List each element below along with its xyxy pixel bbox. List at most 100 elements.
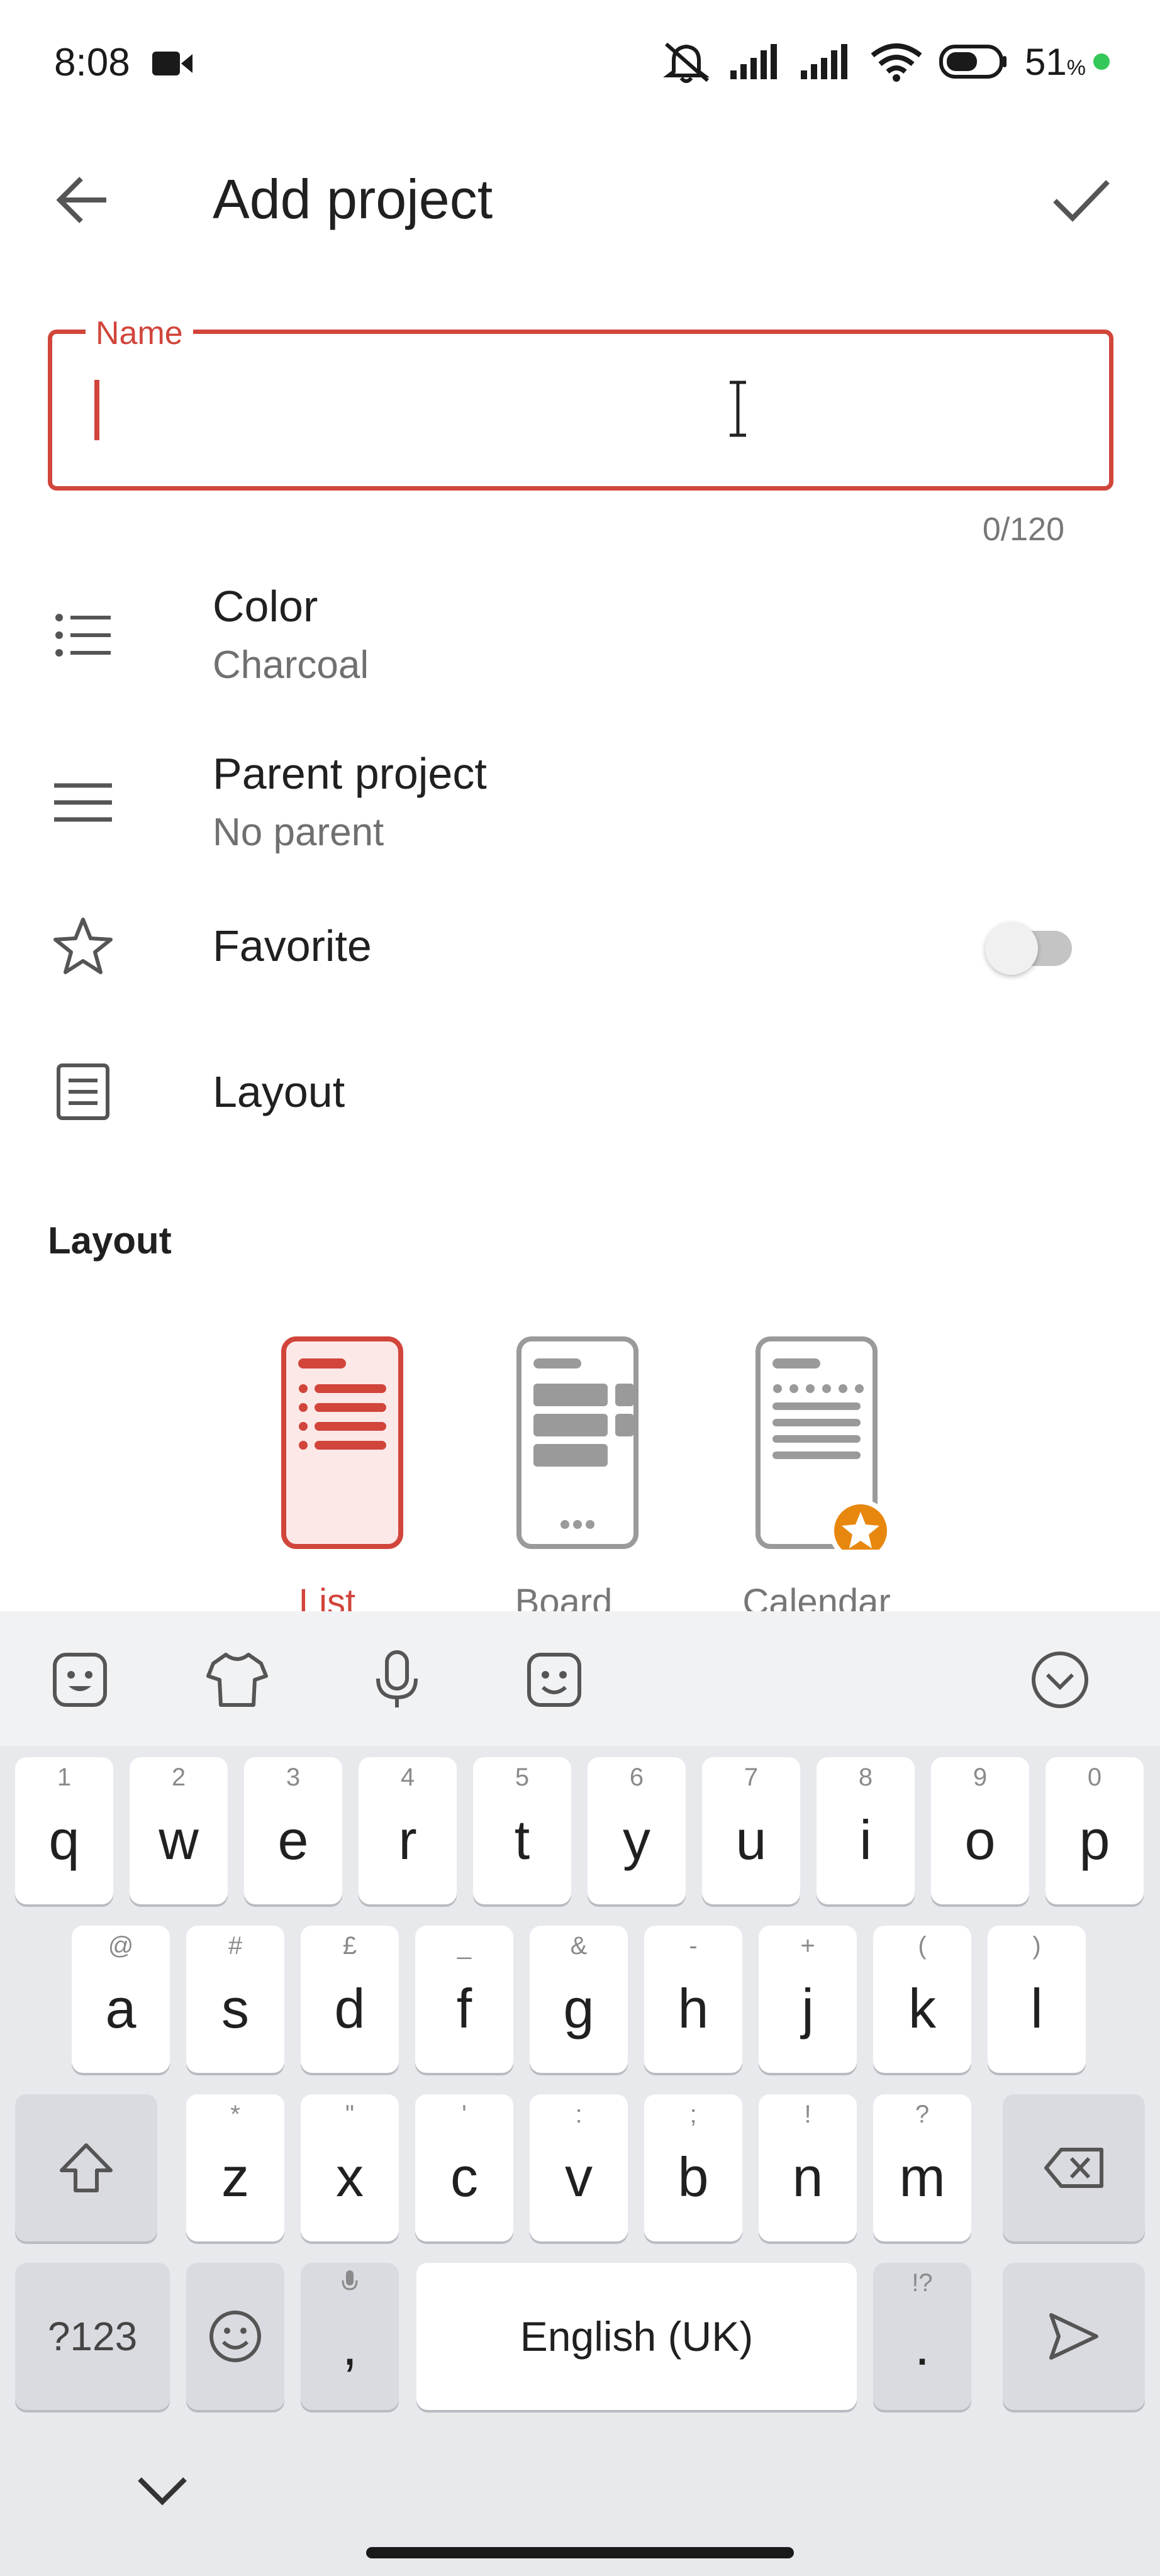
layout-option-calendar[interactable] (755, 1336, 906, 1562)
space-key[interactable]: English (UK) (416, 2263, 857, 2410)
key-h[interactable]: -h (644, 1926, 742, 2073)
microphone-icon (376, 1650, 418, 1707)
key-hint: * (230, 2101, 240, 2128)
key-m[interactable]: ? m (873, 2094, 971, 2241)
send-key[interactable] (1003, 2263, 1145, 2410)
theme-button[interactable] (203, 1645, 272, 1714)
key-label: h (678, 1977, 709, 2040)
key-label: a (105, 1977, 137, 2040)
key-label: u (735, 1809, 767, 1871)
color-value: Charcoal (213, 643, 369, 687)
key-hint: _ (457, 1932, 472, 1960)
key-k[interactable]: (k (873, 1926, 971, 2073)
key-hint: 5 (515, 1763, 530, 1791)
battery-unit: % (1066, 55, 1086, 80)
signal-icon (800, 43, 854, 80)
key-hint: ( (918, 1932, 927, 1960)
key-label: l (1030, 1977, 1043, 2040)
parent-project-row[interactable]: Parent project No parent (0, 738, 1160, 870)
key-x[interactable]: " x (301, 2094, 399, 2241)
key-hint: 6 (629, 1763, 644, 1791)
backspace-key[interactable] (1003, 2094, 1145, 2241)
favorite-row[interactable]: Favorite (0, 906, 1160, 987)
key-hint: @ (108, 1932, 134, 1960)
battery-percent: 51% (1025, 40, 1086, 84)
layout-row[interactable]: Layout (0, 1052, 1160, 1133)
charging-dot (1093, 53, 1110, 70)
confirm-button[interactable] (1040, 162, 1122, 238)
key-label: t (514, 1809, 530, 1871)
space-label: English (UK) (520, 2313, 754, 2360)
key-w[interactable]: 2w (130, 1757, 228, 1904)
key-y[interactable]: 6y (588, 1757, 686, 1904)
calendar-layout-icon (756, 1336, 892, 1562)
back-button[interactable] (44, 162, 120, 238)
key-n[interactable]: ! n (759, 2094, 857, 2241)
key-p[interactable]: 0p (1046, 1757, 1144, 1904)
key-u[interactable]: 7u (702, 1757, 800, 1904)
key-e[interactable]: 3e (244, 1757, 342, 1904)
hide-keyboard-button[interactable] (132, 2472, 192, 2512)
sticker-button[interactable] (45, 1645, 114, 1714)
layout-section-header: Layout (48, 1219, 172, 1262)
key-label: s (221, 1977, 249, 2040)
key-b[interactable]: ; b (644, 2094, 742, 2241)
key-hint: 2 (171, 1763, 186, 1791)
emoji-key[interactable] (186, 2263, 284, 2410)
key-z[interactable]: * z (186, 2094, 284, 2241)
key-hint: 4 (400, 1763, 415, 1791)
star-outline-icon (45, 908, 121, 984)
symbols-key[interactable]: ?123 (15, 2263, 170, 2410)
key-g[interactable]: & g (530, 1926, 628, 2073)
emoji-box-icon (527, 1653, 581, 1707)
key-q[interactable]: 1q (15, 1757, 113, 1904)
key-i[interactable]: 8i (817, 1757, 915, 1904)
shift-key[interactable] (15, 2094, 157, 2241)
key-l[interactable]: ) l (988, 1926, 1086, 2073)
key-label: b (678, 2146, 709, 2208)
key-label: f (456, 1977, 472, 2040)
favorite-toggle[interactable] (985, 922, 1079, 975)
battery-icon (939, 45, 1008, 79)
key-hint: ? (915, 2101, 930, 2128)
color-row[interactable]: Color Charcoal (0, 571, 1160, 703)
collapse-toolbar-button[interactable] (1025, 1645, 1095, 1714)
key-d[interactable]: £ d (301, 1926, 399, 2073)
smiley-icon (209, 2311, 261, 2362)
key-s[interactable]: # s (186, 1926, 284, 2073)
key-hint: # (228, 1932, 243, 1960)
shift-arrow-icon (60, 2143, 113, 2192)
premium-star-badge (829, 1499, 892, 1562)
key-v[interactable]: :v (530, 2094, 628, 2241)
key-hint: 9 (973, 1763, 988, 1791)
key-f[interactable]: _ f (415, 1926, 513, 2073)
key-hint: - (689, 1932, 698, 1960)
color-title: Color (213, 582, 318, 631)
battery-value: 51 (1025, 40, 1067, 83)
key-t[interactable]: 5t (473, 1757, 571, 1904)
layout-option-board[interactable] (502, 1336, 653, 1553)
key-o[interactable]: 9o (931, 1757, 1029, 1904)
wifi-icon (870, 42, 923, 82)
key-a[interactable]: @ a (72, 1926, 170, 2073)
comma-key[interactable]: , (301, 2263, 399, 2410)
send-arrow-icon (1049, 2313, 1098, 2360)
status-bar: 8:08 51% (0, 0, 1160, 126)
key-label: p (1079, 1809, 1110, 1871)
symbols-key-label: ?123 (47, 2314, 138, 2359)
emoji-sticker-button[interactable] (520, 1645, 589, 1714)
gesture-nav-bar[interactable] (366, 2547, 794, 2558)
voice-input-button[interactable] (362, 1645, 432, 1714)
key-r[interactable]: 4r (359, 1757, 457, 1904)
key-c[interactable]: ' c (415, 2094, 513, 2241)
key-label: e (277, 1809, 309, 1871)
name-input[interactable] (63, 343, 1095, 475)
app-bar: Add project (0, 138, 1160, 258)
key-label: y (623, 1809, 650, 1871)
key-j[interactable]: + j (759, 1926, 857, 2073)
layout-option-list[interactable] (267, 1336, 418, 1553)
period-key[interactable]: !?. (873, 2263, 971, 2410)
toggle-thumb (985, 922, 1038, 975)
comma-label: , (342, 2314, 358, 2377)
text-caret (94, 380, 99, 440)
